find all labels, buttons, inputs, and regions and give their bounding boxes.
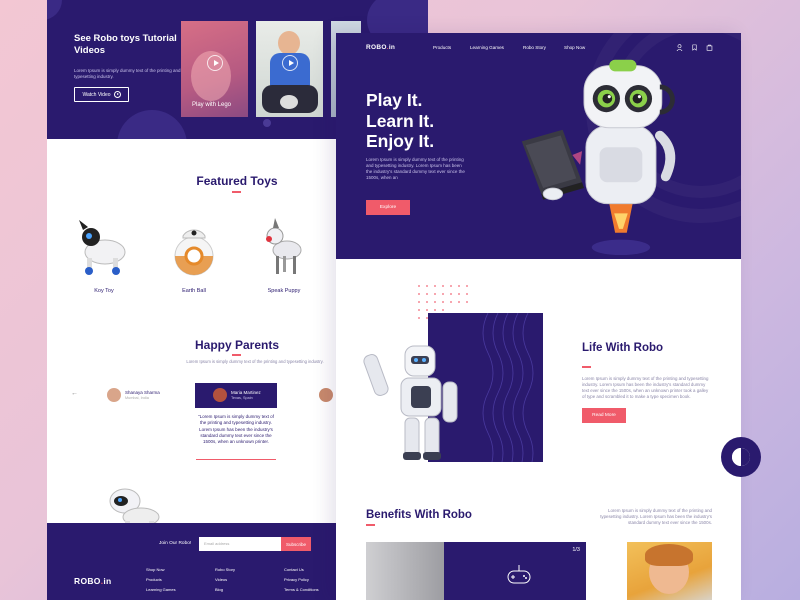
- nav-learning-games[interactable]: Learning Games: [470, 45, 504, 50]
- toy-card[interactable]: Koy Toy: [69, 212, 139, 294]
- hero-headline: Play It. Learn It. Enjoy It.: [366, 90, 435, 151]
- speak-puppy-image: [266, 218, 302, 274]
- footer-link[interactable]: Products: [146, 577, 162, 582]
- bookmark-icon[interactable]: [691, 44, 698, 51]
- header-logo[interactable]: ROBO.in: [366, 44, 395, 51]
- tutorial-text: Lorem Ipsum is simply dummy text of the …: [74, 68, 181, 79]
- footer-link[interactable]: Privacy Policy: [284, 577, 309, 582]
- toy-card[interactable]: Earth Ball: [159, 212, 229, 294]
- testimonial-card[interactable]: Shanaya Sharma Mumbai, India: [105, 386, 175, 406]
- earth-ball-image: [174, 229, 214, 276]
- footer-logo[interactable]: ROBO.in: [74, 576, 112, 586]
- testimonial-quote: "Lorem Ipsum is simply dummy text of the…: [198, 414, 274, 445]
- read-more-button[interactable]: Read More: [582, 408, 626, 423]
- life-with-robo-title: Life With Robo: [582, 342, 664, 354]
- parent-name: Maria Martinez: [231, 390, 261, 395]
- robot-hero-image: [521, 59, 676, 255]
- parent-name: Shanaya Sharma: [125, 390, 160, 395]
- avatar: [107, 388, 121, 402]
- join-label: Join Our Robo!: [159, 541, 192, 546]
- benefits-slide[interactable]: 1/3: [366, 542, 586, 600]
- tutorial-title: See Robo toys Tutorial Videos: [74, 33, 177, 56]
- video-thumb-lego[interactable]: Play with Lego: [181, 21, 248, 117]
- parent-location: Texas, Spain: [231, 396, 253, 400]
- subscribe-button[interactable]: Subscribe: [281, 537, 311, 551]
- user-icon[interactable]: [676, 44, 683, 51]
- toy-name: Speak Puppy: [267, 288, 301, 294]
- video-caption: Play with Lego: [192, 102, 232, 108]
- footer-link[interactable]: Videos: [215, 577, 227, 582]
- main-hero: ROBO.in Products Learning Games Robo Sto…: [336, 33, 741, 259]
- happy-parents-title: Happy Parents: [194, 338, 280, 352]
- avatar[interactable]: [319, 388, 333, 402]
- featured-toys-title: Featured Toys: [196, 174, 278, 188]
- footer-link[interactable]: Shop Now: [146, 567, 164, 572]
- theme-toggle-icon[interactable]: [721, 437, 761, 477]
- prev-arrow-icon[interactable]: ←: [71, 390, 78, 397]
- play-icon: [113, 91, 121, 98]
- koy-toy-image: [79, 220, 126, 275]
- footer-link[interactable]: Robo Story: [215, 567, 235, 572]
- right-page: ROBO.in Products Learning Games Robo Sto…: [336, 33, 741, 600]
- nav-shop-now[interactable]: Shop Now: [564, 45, 585, 50]
- toy-card[interactable]: Speak Puppy: [249, 212, 319, 294]
- nav-products[interactable]: Products: [433, 45, 451, 50]
- explore-button[interactable]: Explore: [366, 200, 410, 215]
- benefits-photo[interactable]: [627, 542, 712, 600]
- video-thumb-kid[interactable]: [256, 21, 323, 117]
- benefits-title: Benefits With Robo: [366, 509, 472, 521]
- parent-location: Mumbai, India: [125, 396, 149, 400]
- footer-link[interactable]: Learning Games: [146, 587, 176, 592]
- avatar: [213, 388, 227, 402]
- play-icon: [281, 55, 298, 71]
- slide-counter: 1/3: [572, 547, 580, 553]
- toy-name: Earth Ball: [182, 288, 206, 294]
- footer-link[interactable]: Terms & Conditions: [284, 587, 319, 592]
- email-input[interactable]: Email address: [199, 537, 281, 551]
- parents-subtitle: Lorem Ipsum is simply dummy text of the …: [186, 359, 324, 364]
- footer-link[interactable]: Blog: [215, 587, 223, 592]
- watch-video-button[interactable]: Watch Video: [74, 87, 129, 102]
- gamepad-icon: [507, 565, 531, 584]
- hero-text: Lorem Ipsum is simply dummy text of the …: [366, 157, 465, 180]
- testimonial-card-active[interactable]: Maria Martinez Texas, Spain: [195, 383, 277, 408]
- cart-icon[interactable]: [706, 44, 713, 51]
- footer-link[interactable]: Contact Us: [284, 567, 304, 572]
- life-text: Lorem Ipsum is simply dummy text of the …: [582, 376, 709, 399]
- humanoid-robot-image: [363, 345, 458, 460]
- nav-robo-story[interactable]: Robo Story: [523, 45, 546, 50]
- play-icon: [206, 55, 223, 71]
- toy-name: Koy Toy: [94, 288, 114, 294]
- benefits-text: Lorem Ipsum is simply dummy text of the …: [600, 508, 712, 525]
